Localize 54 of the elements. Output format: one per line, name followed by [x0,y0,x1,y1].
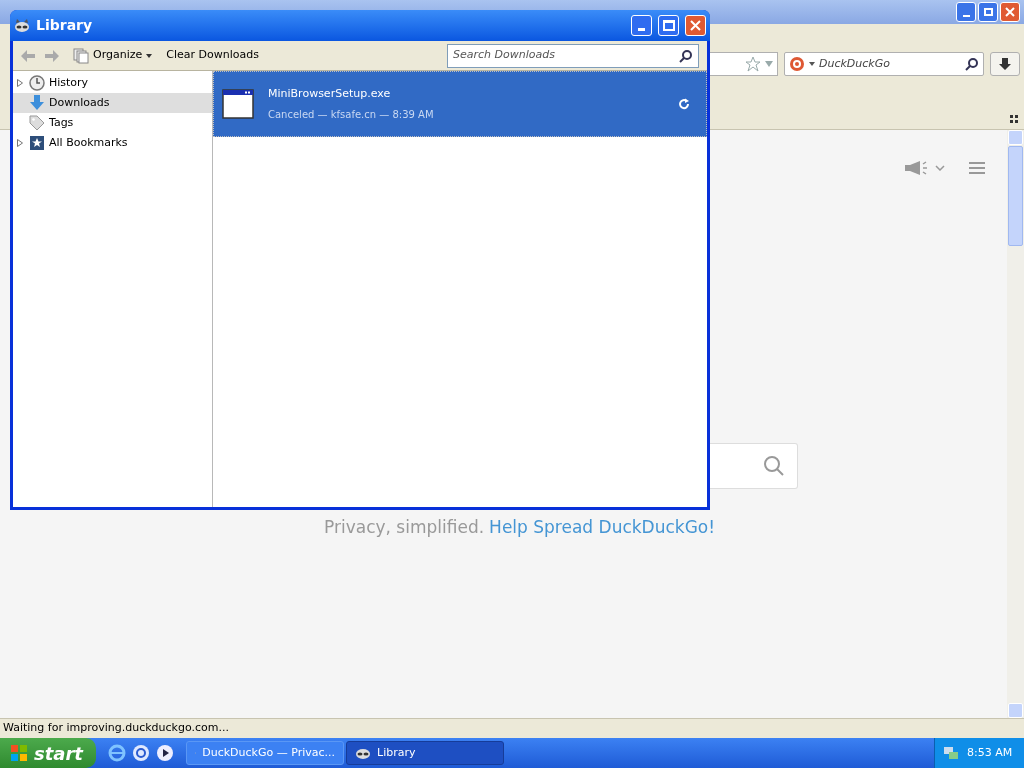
download-item[interactable]: MiniBrowserSetup.exe Canceled — kfsafe.cn — 8:39 AM [213,71,707,137]
search-icon[interactable] [965,57,979,71]
close-button[interactable] [1000,2,1020,22]
tagline-text: Privacy, simplified. [324,516,485,539]
expand-triangle-icon[interactable] [17,139,23,147]
menu-icon[interactable] [969,161,985,175]
search-icon[interactable] [679,48,693,63]
organize-button[interactable]: Organize [73,47,153,64]
download-status: Canceled — kfsafe.cn — 8:39 AM [268,107,435,122]
clock-icon [29,75,45,91]
caret-icon [146,53,153,58]
grid-icon[interactable] [1010,115,1018,123]
window-file-icon [222,89,254,119]
tag-icon [29,115,45,131]
start-button[interactable]: start [0,738,96,768]
expand-triangle-icon[interactable] [17,79,23,87]
download-arrow-icon [998,57,1012,71]
clear-downloads-button[interactable]: Clear Downloads [162,47,263,64]
window-title: Library [36,16,94,35]
file-name: MiniBrowserSetup.exe [268,86,392,103]
close-button[interactable] [685,15,706,36]
taskbar-button[interactable]: Library [346,741,504,765]
download-arrow-icon [29,95,45,111]
caret-icon[interactable] [809,62,815,66]
megaphone-icon[interactable] [903,160,929,176]
close-icon [690,20,701,31]
search-placeholder: DuckDuckGo [819,55,891,72]
scrollbar[interactable] [1007,130,1024,718]
search-placeholder: Search Downloads [453,47,556,64]
pages-icon [73,47,89,64]
retry-icon[interactable] [678,98,690,110]
sidebar-item[interactable]: Downloads [13,93,212,113]
sidebar-item[interactable]: Tags [13,113,212,133]
star-icon[interactable] [745,56,761,72]
restore-button[interactable] [978,2,998,22]
status-text: Waiting for improving.duckduckgo.com... [3,720,229,737]
close-icon [1005,7,1015,17]
network-icon[interactable] [943,745,959,761]
search-field[interactable]: Search Downloads [447,43,699,68]
url-field[interactable] [708,52,778,76]
minimize-button[interactable] [956,2,976,22]
clock: 8:53 AM [967,744,1013,761]
mail-icon[interactable] [132,744,150,762]
search-field[interactable]: DuckDuckGo [784,52,984,76]
minimize-button[interactable] [631,15,652,36]
download-button[interactable] [990,52,1020,76]
media-player-icon[interactable] [156,744,174,762]
taskbar-button[interactable]: DuckDuckGo — Privac... [186,741,344,765]
chevron-icon[interactable] [935,165,945,171]
windows-logo-icon [10,744,28,762]
maximize-button[interactable] [658,15,679,36]
sidebar-item[interactable]: History [13,73,212,93]
sidebar-item[interactable]: All Bookmarks [13,133,212,153]
browser-icon[interactable] [108,744,126,762]
